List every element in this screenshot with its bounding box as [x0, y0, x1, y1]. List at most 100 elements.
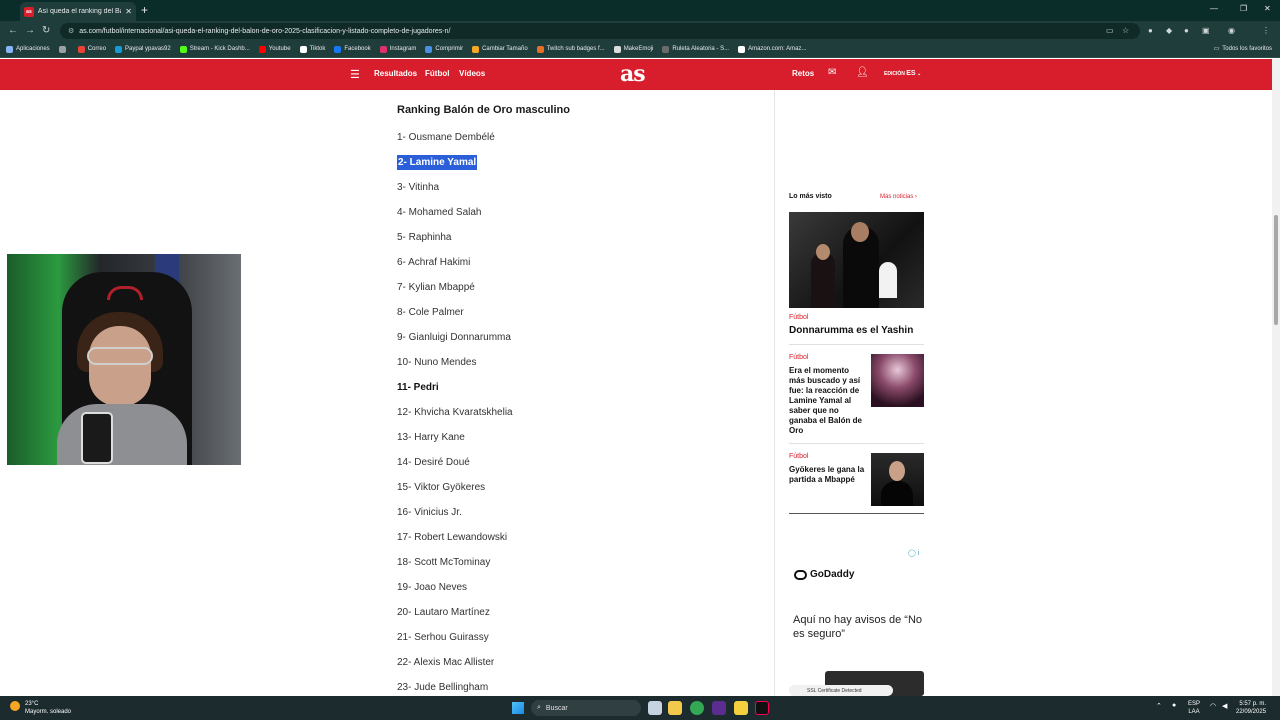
story-thumbnail[interactable] — [871, 354, 924, 407]
extension-icon[interactable]: ◆ — [1166, 26, 1172, 35]
hamburger-menu-icon[interactable]: ☰ — [350, 68, 360, 81]
extensions-puzzle-icon[interactable]: ▣ — [1202, 26, 1210, 35]
windows-taskbar: 23°C Mayorm. soleado ⌕ Buscar ⌃ ● ESP LAA ◠… — [0, 696, 1280, 720]
story-thumbnail[interactable] — [871, 453, 924, 506]
user-icon[interactable]: 👤︎ — [856, 67, 869, 78]
tiktok-icon[interactable] — [755, 701, 769, 715]
bookmark-item[interactable]: Amazon.com: Amaz... — [738, 45, 806, 53]
app-icon[interactable] — [712, 701, 726, 715]
ranking-item: 12- Khvicha Kvaratskhelia — [397, 407, 513, 418]
bookmark-star-icon[interactable]: ☆ — [1122, 26, 1129, 35]
ranking-item: 13- Harry Kane — [397, 432, 465, 443]
ranking-item: 19- Joao Neves — [397, 582, 468, 593]
nav-resultados[interactable]: Resultados — [374, 69, 417, 78]
scrollbar-thumb[interactable] — [1274, 215, 1278, 325]
retos-link[interactable]: Retos — [792, 69, 814, 78]
ranking-item: 10- Nuno Mendes — [397, 357, 477, 368]
edition-selector[interactable]: EDICIÓN ES ⌄ — [884, 70, 921, 77]
bookmark-item[interactable]: MakeEmoji — [613, 45, 653, 53]
story-category[interactable]: Fútbol — [789, 314, 808, 321]
nav-futbol[interactable]: Fútbol — [425, 69, 449, 78]
story-category[interactable]: Fútbol — [789, 354, 808, 361]
godaddy-logo[interactable]: GoDaddy — [794, 569, 854, 580]
bookmark-item[interactable]: Ruleta Aleatoria - S... — [662, 45, 729, 53]
story-headline[interactable]: Era el momento más buscado y así fue: la… — [789, 366, 867, 436]
story-headline[interactable]: Gyökeres le gana la partida a Mbappé — [789, 465, 867, 485]
bookmark-item[interactable]: Twitch sub badges f... — [536, 45, 605, 53]
tab-close-icon[interactable]: ✕ — [125, 7, 132, 16]
task-view-icon[interactable] — [648, 701, 662, 715]
file-explorer-icon[interactable] — [668, 701, 682, 715]
story-headline[interactable]: Donnarumma es el Yashin — [789, 325, 913, 336]
sweater — [57, 404, 187, 465]
extension-icon[interactable]: ● — [1184, 26, 1189, 35]
nav-videos[interactable]: Vídeos — [459, 69, 485, 78]
glasses — [87, 347, 153, 365]
bookmark-item[interactable] — [58, 45, 69, 53]
site-header: ☰ Resultados Fútbol Vídeos as Retos ✉ 👤︎… — [0, 59, 1272, 90]
bookmark-item[interactable]: Youtube — [258, 45, 291, 53]
site-info-icon[interactable]: ⚙ — [68, 27, 74, 35]
clock[interactable]: 5:57 p. m. 22/09/2025 — [1236, 700, 1266, 716]
notes-icon[interactable] — [734, 701, 748, 715]
tray-chevron-icon[interactable]: ⌃ — [1156, 702, 1162, 710]
weather-widget[interactable]: 23°C Mayorm. soleado — [25, 700, 71, 716]
photo-person — [879, 262, 897, 298]
minimize-icon[interactable]: — — [1210, 4, 1218, 13]
page-scrollbar[interactable] — [1272, 59, 1280, 696]
ranking-item: 7- Kylian Mbappé — [397, 282, 475, 293]
godaddy-mark-icon — [794, 569, 807, 580]
browser-tab-active[interactable]: as Así queda el ranking del Balón ✕ — [20, 2, 136, 21]
weather-sun-icon[interactable] — [10, 701, 20, 711]
story-category[interactable]: Fútbol — [789, 453, 808, 460]
bookmark-item[interactable]: Aplicaciones — [6, 45, 50, 53]
more-news-link[interactable]: Más noticias › — [880, 194, 917, 200]
facebook-icon — [334, 45, 342, 53]
extension-icon[interactable]: ● — [1148, 26, 1153, 35]
all-bookmarks[interactable]: ▭ Todos los favoritos — [1213, 45, 1272, 53]
ranking-item: 6- Achraf Hakimi — [397, 257, 471, 268]
chair-accent — [107, 286, 143, 300]
photo-person — [889, 461, 905, 481]
bookmark-item[interactable]: Facebook — [334, 45, 371, 53]
new-tab-icon[interactable]: + — [141, 3, 148, 17]
mic-icon[interactable]: ● — [1172, 702, 1176, 709]
windows-start-icon[interactable] — [512, 702, 524, 714]
chevron-down-icon: ⌄ — [916, 71, 922, 77]
taskbar-search[interactable]: ⌕ Buscar — [531, 700, 641, 716]
search-icon: ⌕ — [537, 704, 541, 711]
bookmark-item[interactable]: Instagram — [379, 45, 416, 53]
folder-icon: ▭ — [1213, 46, 1220, 52]
address-bar-row: ← → ↻ ⚙ as.com/futbol/internacional/asi-… — [0, 21, 1280, 41]
bookmark-item[interactable]: Tiktok — [299, 45, 325, 53]
url-text[interactable]: as.com/futbol/internacional/asi-queda-el… — [79, 28, 450, 35]
donnarumma-photo[interactable] — [789, 212, 924, 308]
bookmark-item[interactable]: Correo — [77, 45, 106, 53]
forward-icon[interactable]: → — [25, 25, 35, 36]
menu-kebab-icon[interactable]: ⋮ — [1262, 26, 1270, 35]
ad-text[interactable]: Aquí no hay avisos de “No es seguro” — [793, 613, 923, 641]
cast-icon[interactable]: ▭ — [1106, 26, 1114, 35]
section-title: Ranking Balón de Oro masculino — [397, 104, 570, 116]
reload-icon[interactable]: ↻ — [42, 25, 50, 36]
volume-icon[interactable]: ◀ — [1222, 702, 1227, 710]
apps-grid-icon — [6, 45, 13, 53]
bookmark-item[interactable]: Stream - Kick Dashb... — [179, 45, 250, 53]
mail-icon[interactable]: ✉ — [828, 67, 836, 78]
profile-avatar-icon[interactable]: ◉ — [1228, 26, 1235, 35]
bookmark-item[interactable]: Cambiar Tamaño — [472, 45, 528, 53]
divider — [789, 443, 924, 444]
close-window-icon[interactable]: ✕ — [1264, 4, 1271, 13]
bookmark-item[interactable]: Paypal ypavas92 — [115, 45, 171, 53]
ad-choices-icon[interactable]: ◯ i — [908, 549, 919, 557]
as-logo[interactable]: as — [620, 61, 646, 87]
makeemoji-icon — [613, 45, 621, 53]
chrome-icon[interactable] — [690, 701, 704, 715]
wifi-icon[interactable]: ◠ — [1210, 702, 1216, 710]
language-indicator[interactable]: ESP LAA — [1188, 700, 1200, 716]
back-icon[interactable]: ← — [8, 25, 18, 36]
bookmark-item[interactable]: Comprimir — [425, 45, 463, 53]
maximize-icon[interactable]: ❐ — [1240, 4, 1247, 13]
omnibox[interactable]: ⚙ as.com/futbol/internacional/asi-queda-… — [60, 23, 1140, 39]
resize-icon — [472, 45, 480, 53]
